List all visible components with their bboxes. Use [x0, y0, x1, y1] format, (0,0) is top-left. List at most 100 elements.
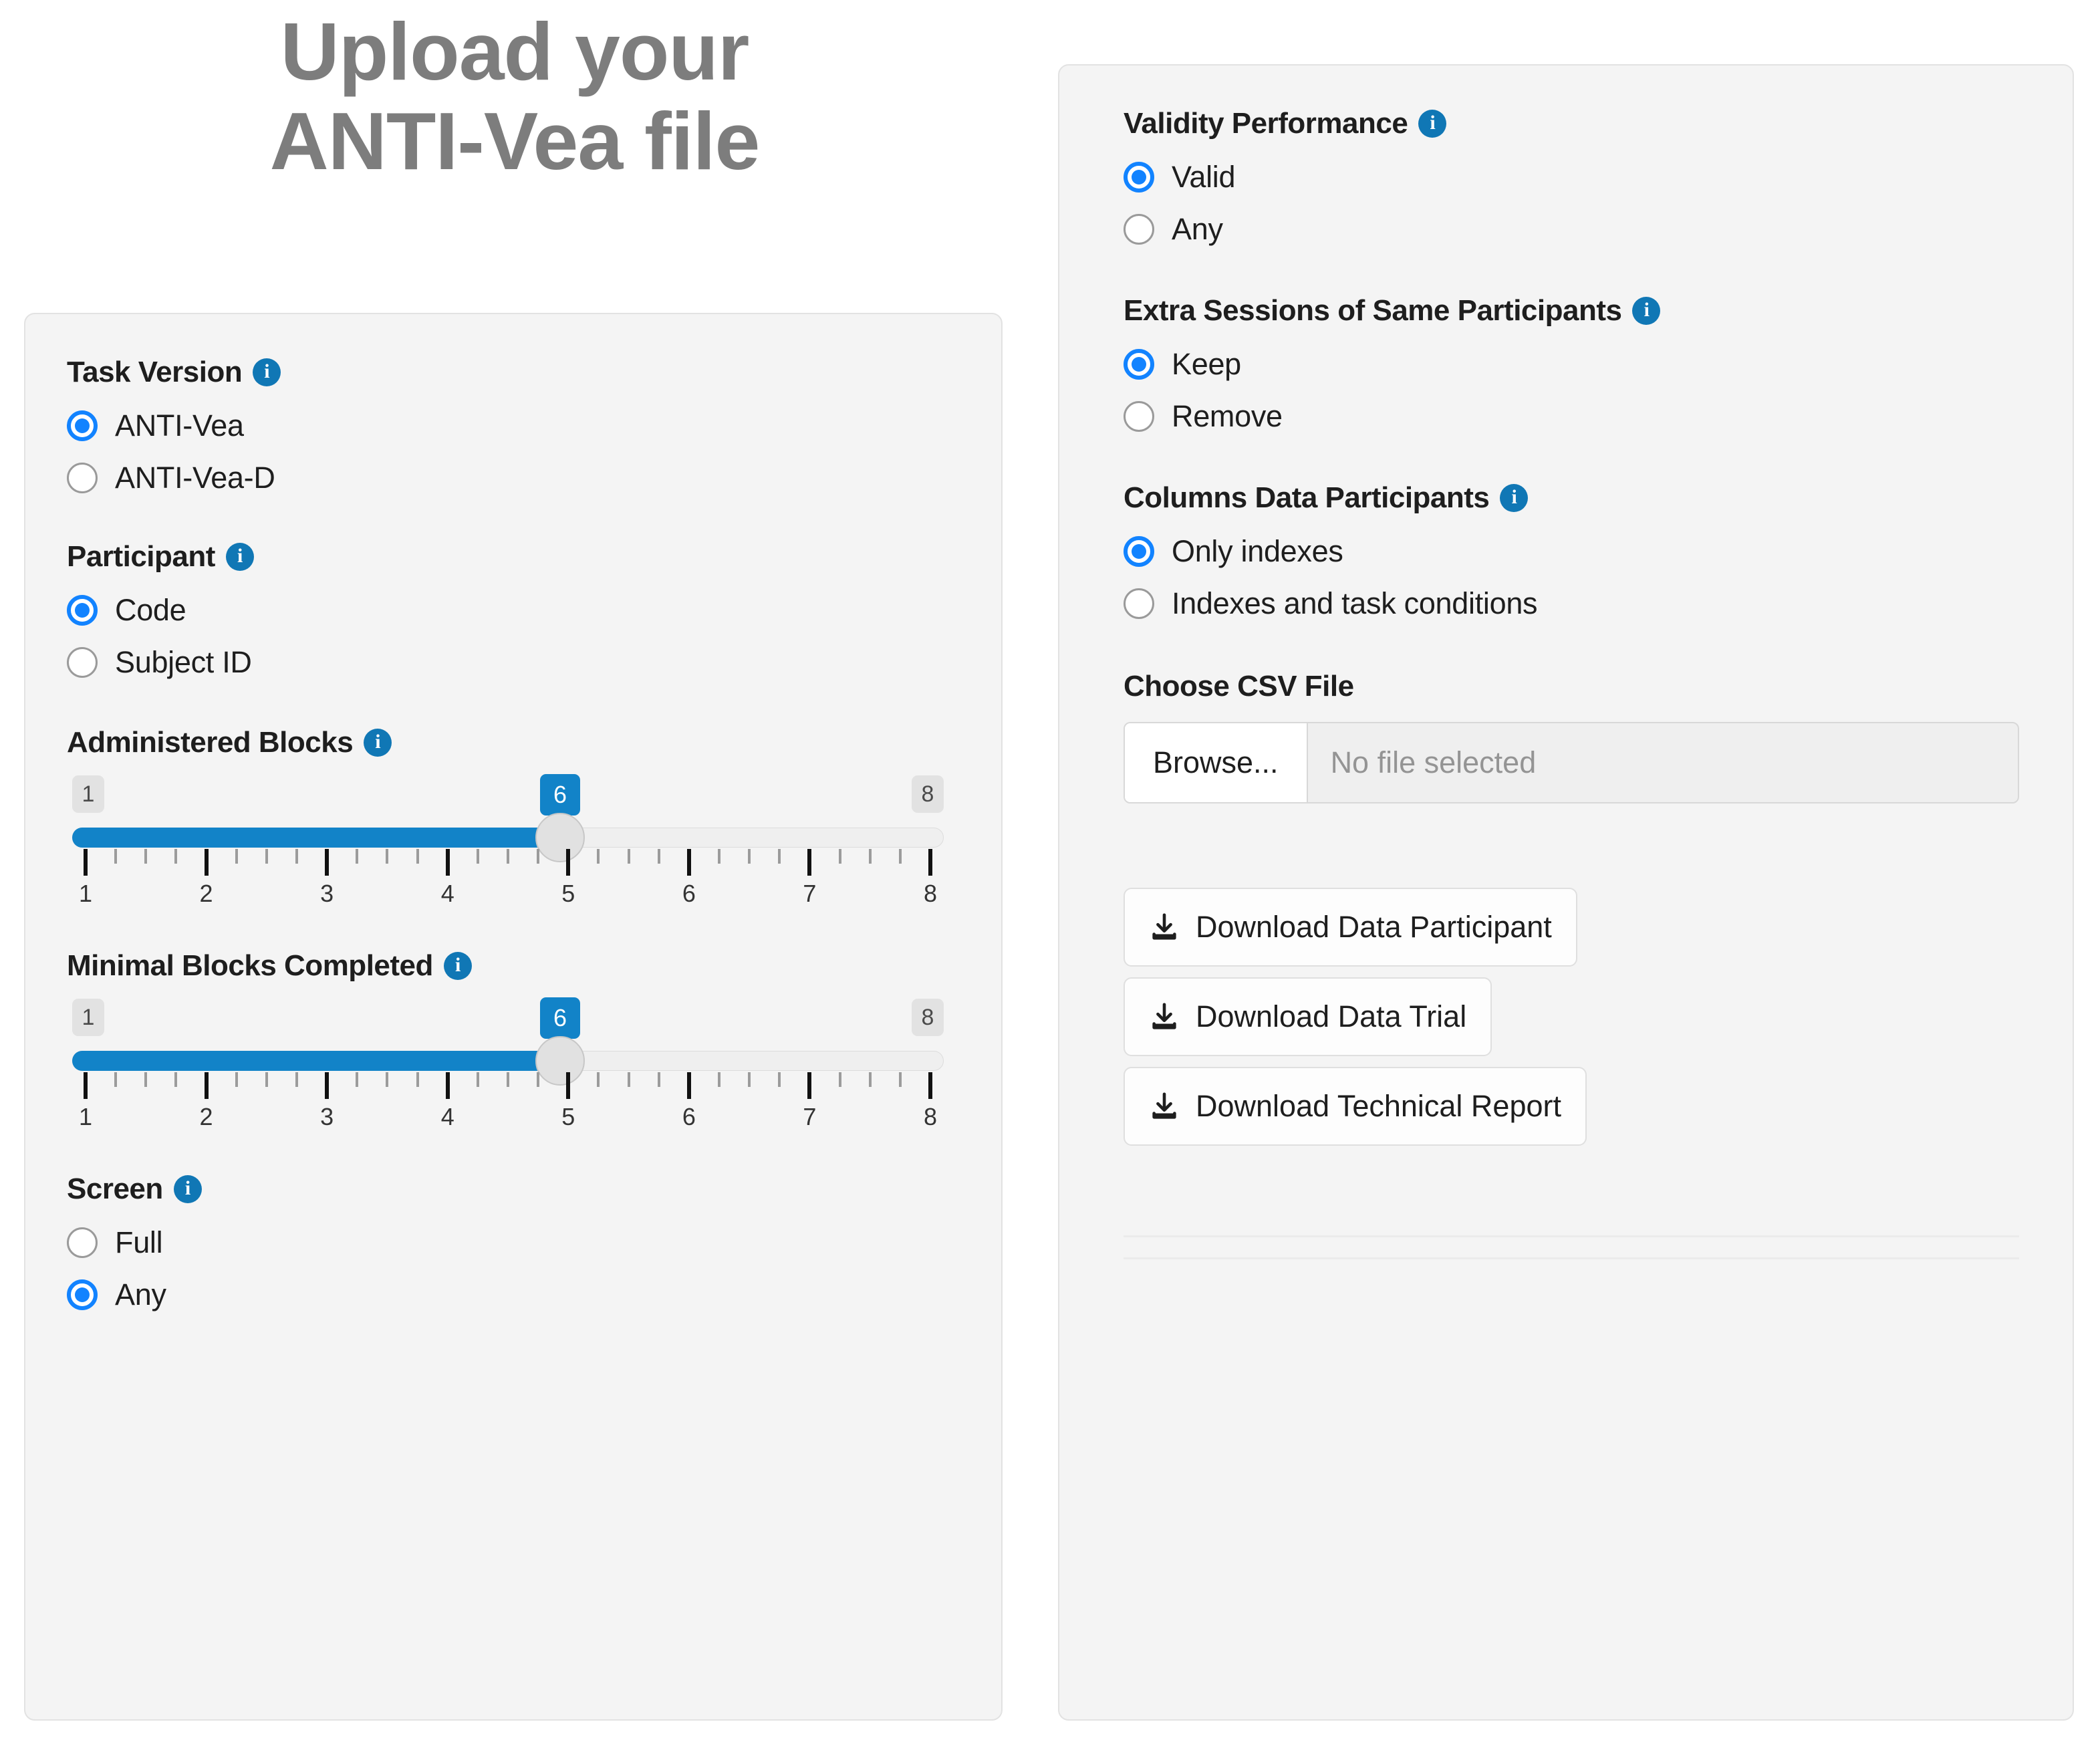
- radio-label: Code: [115, 593, 186, 628]
- download-data-participant-button[interactable]: Download Data Participant: [1124, 888, 1577, 967]
- group-participant: Participant i Code Subject ID: [67, 540, 949, 689]
- slider-value-bubble: 6: [540, 997, 580, 1039]
- slider-tick-minor: [174, 849, 177, 864]
- slider-tick-minor: [235, 1072, 238, 1087]
- screen-radio-group: Full Any: [67, 1217, 949, 1321]
- radio-option-anti-vea-d[interactable]: ANTI-Vea-D: [67, 452, 949, 504]
- radio-option-subject-id[interactable]: Subject ID: [67, 636, 949, 689]
- slider-tick-label: 6: [682, 1103, 696, 1131]
- group-administered-blocks: Administered Blocks i 1 6 8 12345678: [67, 726, 949, 912]
- minimal-blocks-label-row: Minimal Blocks Completed i: [67, 949, 949, 983]
- slider-tick-minor: [597, 849, 600, 864]
- minimal-blocks-label: Minimal Blocks Completed: [67, 949, 433, 983]
- slider-tick-minor: [778, 1072, 781, 1087]
- radio-indicator[interactable]: [67, 1227, 98, 1258]
- radio-indicator[interactable]: [67, 463, 98, 493]
- slider-tick-minor: [748, 849, 751, 864]
- radio-option-any[interactable]: Any: [1124, 203, 2019, 255]
- file-input[interactable]: Browse... No file selected: [1124, 722, 2019, 803]
- slider-tick-minor: [477, 849, 479, 864]
- radio-option-only-indexes[interactable]: Only indexes: [1124, 525, 2019, 578]
- slider-tick-major: [84, 849, 88, 876]
- info-icon[interactable]: i: [444, 952, 472, 980]
- slider-tick-minor: [628, 1072, 630, 1087]
- info-icon[interactable]: i: [1500, 484, 1528, 512]
- download-data-trial-button[interactable]: Download Data Trial: [1124, 977, 1492, 1056]
- slider-tick-major: [807, 849, 811, 876]
- slider-tick-minor: [356, 1072, 358, 1087]
- slider-tick-minor: [144, 849, 147, 864]
- columns-data-label: Columns Data Participants: [1124, 481, 1489, 515]
- download-icon: [1149, 912, 1180, 943]
- slider-tick-minor: [356, 849, 358, 864]
- info-icon[interactable]: i: [364, 729, 392, 757]
- slider-tick-minor: [416, 849, 419, 864]
- slider-tick-major: [205, 1072, 209, 1099]
- radio-option-anti-vea[interactable]: ANTI-Vea: [67, 400, 949, 452]
- slider-tick-minor: [778, 849, 781, 864]
- task-version-label: Task Version: [67, 356, 242, 389]
- task-version-label-row: Task Version i: [67, 356, 949, 389]
- slider-tick-major: [84, 1072, 88, 1099]
- columns-data-radio-group: Only indexes Indexes and task conditions: [1124, 525, 2019, 630]
- columns-data-label-row: Columns Data Participants i: [1124, 481, 2019, 515]
- slider-tick-major: [325, 849, 329, 876]
- radio-option-valid[interactable]: Valid: [1124, 151, 2019, 203]
- slider-tick-label: 5: [561, 1103, 575, 1131]
- slider-tick-minor: [597, 1072, 600, 1087]
- radio-indicator[interactable]: [1124, 536, 1154, 567]
- slider-tick-minor: [114, 1072, 117, 1087]
- browse-button[interactable]: Browse...: [1125, 723, 1308, 802]
- task-version-radio-group: ANTI-Vea ANTI-Vea-D: [67, 400, 949, 504]
- minimal-blocks-ticks: [67, 1072, 949, 1099]
- slider-tick-major: [446, 1072, 450, 1099]
- minimal-blocks-tick-labels: 12345678: [67, 1103, 949, 1135]
- group-validity-performance: Validity Performance i Valid Any: [1124, 107, 2019, 255]
- slider-max-badge: 8: [912, 775, 944, 813]
- administered-blocks-ticks: [67, 849, 949, 876]
- info-icon[interactable]: i: [1418, 110, 1446, 138]
- slider-tick-major: [807, 1072, 811, 1099]
- section-divider: [1124, 1235, 2019, 1237]
- radio-indicator[interactable]: [1124, 349, 1154, 380]
- radio-label: Subject ID: [115, 645, 252, 680]
- radio-option-remove[interactable]: Remove: [1124, 390, 2019, 443]
- screen-label-row: Screen i: [67, 1172, 949, 1206]
- radio-indicator[interactable]: [67, 647, 98, 678]
- slider-tick-label: 5: [561, 880, 575, 908]
- radio-option-any[interactable]: Any: [67, 1269, 949, 1321]
- radio-indicator[interactable]: [1124, 162, 1154, 193]
- radio-option-indexes-and-task-conditions[interactable]: Indexes and task conditions: [1124, 578, 2019, 630]
- radio-indicator[interactable]: [1124, 214, 1154, 245]
- info-icon[interactable]: i: [174, 1175, 202, 1203]
- radio-indicator[interactable]: [1124, 588, 1154, 619]
- group-screen: Screen i Full Any: [67, 1172, 949, 1321]
- slider-tick-major: [446, 849, 450, 876]
- info-icon[interactable]: i: [253, 358, 281, 386]
- download-technical-report-button[interactable]: Download Technical Report: [1124, 1067, 1587, 1146]
- minimal-blocks-slider[interactable]: [67, 1051, 949, 1071]
- download-button-label: Download Data Participant: [1196, 910, 1552, 945]
- radio-option-keep[interactable]: Keep: [1124, 338, 2019, 390]
- slider-tick-minor: [718, 1072, 720, 1087]
- info-icon[interactable]: i: [1632, 297, 1660, 325]
- file-name-display: No file selected: [1308, 723, 2018, 802]
- info-icon[interactable]: i: [226, 543, 254, 571]
- radio-indicator[interactable]: [67, 410, 98, 441]
- radio-indicator[interactable]: [67, 595, 98, 626]
- slider-tick-minor: [899, 849, 902, 864]
- slider-tick-minor: [174, 1072, 177, 1087]
- radio-indicator[interactable]: [67, 1279, 98, 1310]
- radio-label: ANTI-Vea-D: [115, 461, 275, 495]
- slider-tick-label: 4: [441, 1103, 454, 1131]
- settings-panel-left: Task Version i ANTI-Vea ANTI-Vea-D: [24, 313, 1003, 1721]
- radio-option-full[interactable]: Full: [67, 1217, 949, 1269]
- download-icon: [1149, 1001, 1180, 1032]
- slider-fill: [72, 1051, 557, 1071]
- radio-indicator[interactable]: [1124, 401, 1154, 432]
- administered-blocks-slider[interactable]: [67, 828, 949, 848]
- radio-option-code[interactable]: Code: [67, 584, 949, 636]
- slider-tick-minor: [869, 849, 872, 864]
- radio-label: Only indexes: [1172, 534, 1343, 569]
- radio-label: Keep: [1172, 347, 1241, 382]
